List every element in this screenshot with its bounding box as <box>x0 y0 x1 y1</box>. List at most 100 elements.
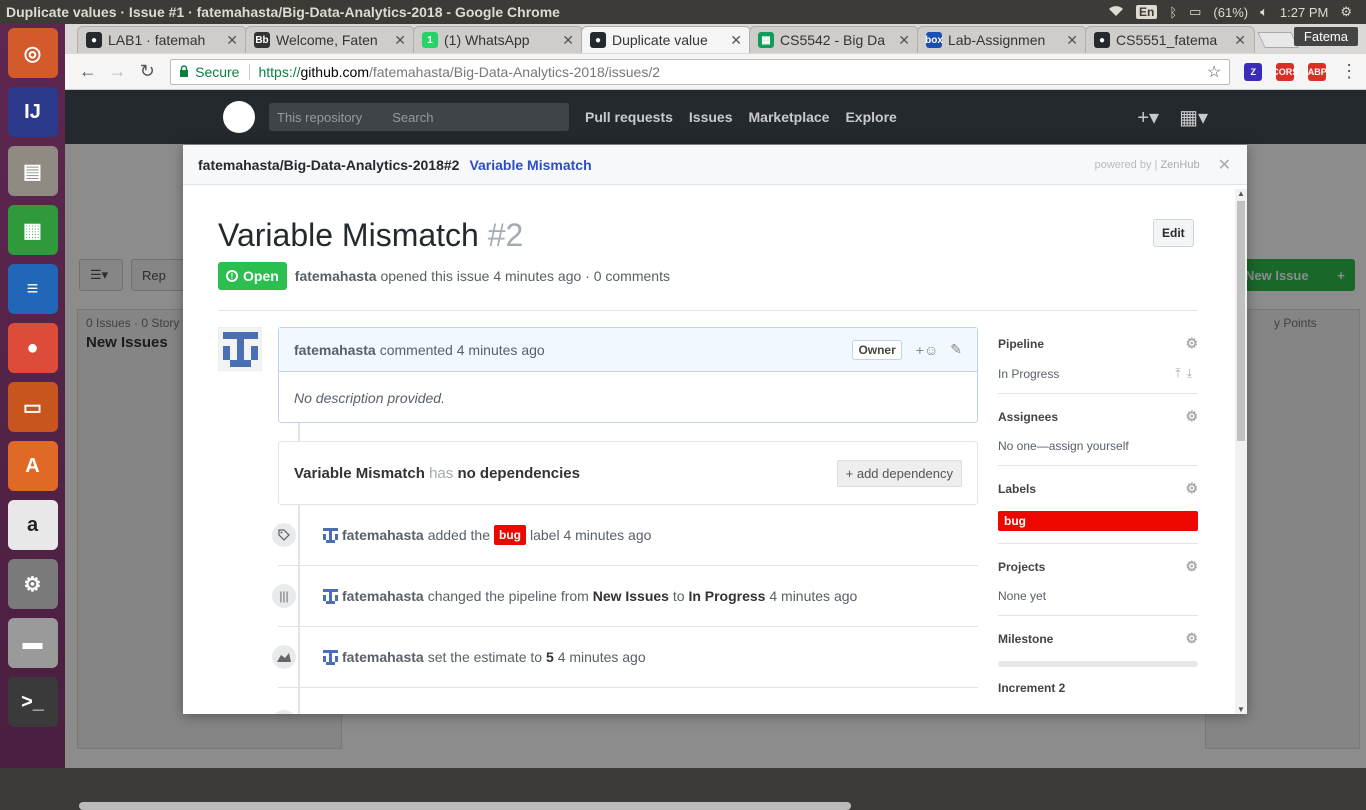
tab-close-icon[interactable]: ✕ <box>898 32 910 49</box>
sidebar-title: Projects ⚙ <box>998 558 1198 575</box>
add-dependency-button[interactable]: + add dependency <box>836 459 962 487</box>
reload-icon[interactable]: ↻ <box>134 61 160 82</box>
github-nav-item[interactable]: Explore <box>845 109 896 125</box>
identicon-cell <box>230 339 237 346</box>
github-nav-item[interactable]: Issues <box>689 109 733 125</box>
bookmark-star-icon[interactable]: ☆ <box>1207 62 1221 82</box>
identicon-small <box>323 649 338 665</box>
close-icon[interactable]: ✕ <box>1218 155 1231 175</box>
back-arrow-icon[interactable]: ← <box>75 61 101 82</box>
identicon-cell <box>243 331 251 339</box>
modal-scrollbar[interactable]: ▲ ▼ <box>1235 189 1247 714</box>
intellij-icon[interactable]: IJ <box>7 87 58 137</box>
scroll-down-icon[interactable]: ▼ <box>1237 705 1245 714</box>
settings-gear-icon[interactable]: ⚙ <box>1340 4 1352 20</box>
github-nav-item[interactable]: Marketplace <box>749 109 830 125</box>
avatar[interactable] <box>323 649 338 665</box>
issue-author[interactable]: fatemahasta <box>295 268 377 284</box>
user-avatar-menu[interactable]: ▦▾ <box>1179 105 1208 130</box>
event-author[interactable]: fatemahasta <box>342 527 424 543</box>
volume-muted-icon[interactable]: 🔈︎ <box>1260 4 1268 20</box>
zenhub-ext-icon[interactable]: Z <box>1244 62 1263 81</box>
gear-icon[interactable]: ⚙ <box>1185 558 1198 575</box>
issue-sidebar: Pipeline ⚙ In Progress ⤒⤓ Assignees ⚙ No on… <box>998 335 1198 714</box>
tab-close-icon[interactable]: ✕ <box>226 32 238 49</box>
wifi-icon[interactable] <box>1108 5 1124 20</box>
keyboard-layout-indicator[interactable]: En <box>1135 5 1158 19</box>
sidebar-bug-label[interactable]: bug <box>998 511 1198 531</box>
github-logo-icon[interactable] <box>223 101 255 133</box>
system-settings-icon[interactable]: ⚙ <box>7 559 58 609</box>
github-nav-item[interactable]: Pull requests <box>585 109 673 125</box>
event-author[interactable]: fatemahasta <box>342 649 424 665</box>
comment-author[interactable]: fatemahasta <box>294 342 376 358</box>
avatar[interactable] <box>218 327 262 371</box>
event-author[interactable]: fatemahasta <box>342 588 424 604</box>
avatar[interactable] <box>323 527 338 543</box>
browser-tab[interactable]: ▦ CS5542 - Big Da ✕ <box>749 26 919 53</box>
ubuntu-dash-icon[interactable]: ◎ <box>7 28 58 78</box>
profile-button[interactable]: Fatema <box>1293 27 1358 46</box>
adblock-ext-icon[interactable]: ABP <box>1308 62 1327 81</box>
files-icon[interactable]: ▤ <box>7 146 58 196</box>
comment-body: No description provided. <box>294 390 445 406</box>
comment-meta[interactable]: commented 4 minutes ago <box>380 342 545 358</box>
impress-icon[interactable]: ▭ <box>7 382 58 432</box>
software-center-icon[interactable]: A <box>7 441 58 491</box>
chrome-menu-icon[interactable]: ⋮ <box>1336 61 1362 82</box>
amazon-icon[interactable]: a <box>7 500 58 550</box>
gear-icon[interactable]: ⚙ <box>1185 335 1198 352</box>
avatar[interactable] <box>323 588 338 604</box>
tab-close-icon[interactable]: ✕ <box>394 32 406 49</box>
forward-arrow-icon[interactable]: → <box>105 61 131 82</box>
browser-tab[interactable]: 1 (1) WhatsApp ✕ <box>413 26 583 53</box>
tab-close-icon[interactable]: ✕ <box>730 32 742 49</box>
milestone-value[interactable]: Increment 2 <box>998 681 1198 695</box>
battery-icon[interactable]: ▭ <box>1189 4 1201 20</box>
modal-issue-link[interactable]: Variable Mismatch <box>469 157 591 173</box>
chrome-icon[interactable]: ● <box>7 323 58 373</box>
github-search-input[interactable]: This repository Search <box>269 103 569 131</box>
tab-close-icon[interactable]: ✕ <box>1234 32 1246 49</box>
bluetooth-icon[interactable]: ᛒ <box>1169 5 1177 20</box>
secure-indicator[interactable]: Secure <box>179 64 239 80</box>
clock[interactable]: 1:27 PM <box>1280 5 1328 20</box>
tab-close-icon[interactable]: ✕ <box>562 32 574 49</box>
pipeline-value-text[interactable]: In Progress <box>998 367 1059 381</box>
edit-pencil-icon[interactable]: ✎ <box>950 341 962 358</box>
modal-scroll-thumb[interactable] <box>1237 201 1245 441</box>
assignees-value[interactable]: No one—assign yourself <box>998 439 1198 453</box>
battery-percent[interactable]: (61%) <box>1213 5 1248 20</box>
create-new-icon[interactable]: +▾ <box>1137 105 1159 130</box>
address-bar[interactable]: Secure https://github.com/fatemahasta/Bi… <box>170 58 1231 85</box>
gear-icon[interactable]: ⚙ <box>1185 408 1198 425</box>
header-divider <box>218 310 1198 311</box>
browser-tab[interactable]: ● CS5551_fatema ✕ <box>1085 26 1255 53</box>
tab-close-icon[interactable]: ✕ <box>1066 32 1078 49</box>
tab-favicon-icon: box <box>925 32 943 48</box>
gear-icon[interactable]: ⚙ <box>1185 630 1198 647</box>
issue-title-text: Variable Mismatch <box>218 217 479 253</box>
board-horizontal-scrollbar[interactable] <box>79 802 851 810</box>
deps-has: has <box>429 464 454 482</box>
edit-button[interactable]: Edit <box>1153 219 1194 247</box>
identicon-cell <box>244 353 251 360</box>
issue-opened-icon: ! <box>226 270 238 282</box>
calc-icon[interactable]: ▦ <box>7 205 58 255</box>
bug-label[interactable]: bug <box>494 525 526 545</box>
browser-tab[interactable]: ● Duplicate value ✕ <box>581 26 751 53</box>
pipeline-icon: ||| <box>270 582 298 610</box>
add-reaction-icon[interactable]: +☺ <box>916 342 938 358</box>
cors-ext-icon[interactable]: CORS <box>1272 62 1298 81</box>
browser-tab[interactable]: Bb Welcome, Faten ✕ <box>245 26 415 53</box>
terminal-icon[interactable]: >_ <box>7 677 58 727</box>
browser-tab[interactable]: ● LAB1 · fatemah ✕ <box>77 26 247 53</box>
gear-icon[interactable]: ⚙ <box>1185 480 1198 497</box>
move-top-bottom-icon[interactable]: ⤒⤓ <box>1175 366 1198 381</box>
milestone-progress-bar <box>998 661 1198 667</box>
scroll-up-icon[interactable]: ▲ <box>1237 189 1245 198</box>
browser-tab[interactable]: box Lab-Assignmen ✕ <box>917 26 1087 53</box>
drive-icon[interactable]: ▬ <box>7 618 58 668</box>
writer-icon[interactable]: ≡ <box>7 264 58 314</box>
new-tab-button[interactable] <box>1257 32 1299 48</box>
